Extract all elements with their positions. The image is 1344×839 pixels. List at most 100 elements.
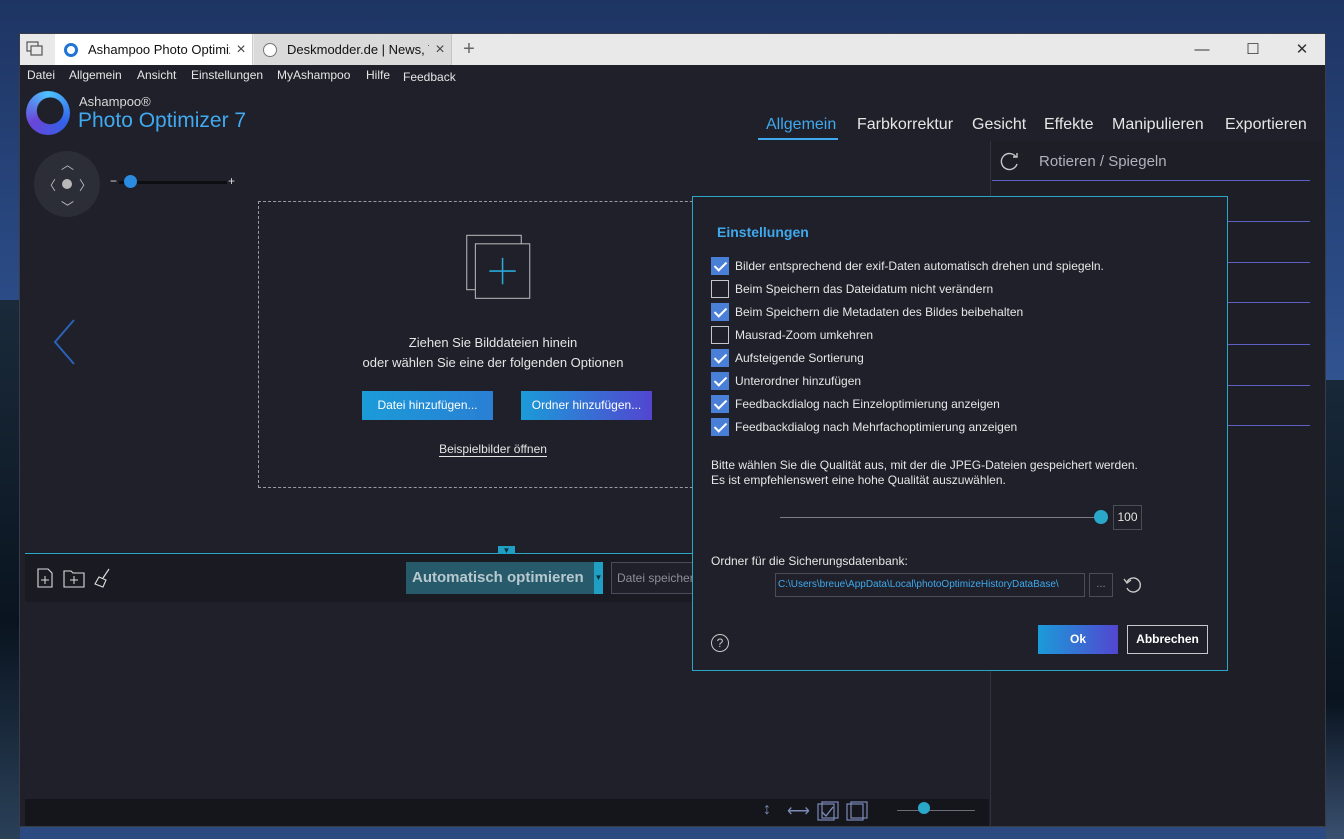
browse-folder-button[interactable]: ... <box>1089 573 1113 597</box>
zoom-in-icon[interactable]: + <box>228 174 235 188</box>
thumbnail-size-handle[interactable] <box>918 802 930 814</box>
option-keep-file-date[interactable]: Beim Speichern das Dateidatum nicht verä… <box>711 279 993 298</box>
thumbnail-size-slider[interactable] <box>897 810 975 811</box>
sample-images-label[interactable]: Beispielbilder öffnen <box>439 442 547 457</box>
title-bar: Ashampoo Photo Optimizer 7 × Deskmodder.… <box>20 34 1325 65</box>
menu-einstellungen[interactable]: Einstellungen <box>191 68 263 82</box>
menu-myashampoo[interactable]: MyAshampoo <box>277 68 350 82</box>
tab-ashampoo[interactable]: Ashampoo Photo Optimizer 7 × <box>55 34 253 65</box>
ashampoo-favicon-icon <box>64 42 78 57</box>
checkbox[interactable] <box>711 417 729 436</box>
option-label: Beim Speichern das Dateidatum nicht verä… <box>735 281 994 296</box>
option-label: Feedbackdialog nach Einzeloptimierung an… <box>735 396 1000 411</box>
fit-horizontal-icon[interactable]: ⟷ <box>787 801 810 821</box>
close-window-button[interactable]: ✕ <box>1278 34 1325 65</box>
rotate-mirror-section[interactable]: Rotieren / Spiegeln <box>1039 153 1167 170</box>
settings-dialog: Einstellungen Bilder entsprechend der ex… <box>692 196 1228 671</box>
pan-right-icon[interactable]: 〉 <box>79 175 92 194</box>
tab-manipulieren[interactable]: Manipulieren <box>1112 116 1204 134</box>
sample-images-link[interactable]: Beispielbilder öffnen <box>259 442 727 457</box>
pan-left-icon[interactable]: 〈 <box>43 175 56 194</box>
checkbox[interactable] <box>711 256 729 275</box>
select-all-icon[interactable] <box>817 801 839 823</box>
cancel-button[interactable]: Abbrechen <box>1127 625 1208 654</box>
option-feedback-batch[interactable]: Feedbackdialog nach Mehrfachoptimierung … <box>711 417 1017 436</box>
option-invert-wheel-zoom[interactable]: Mausrad-Zoom umkehren <box>711 325 873 344</box>
option-label: Mausrad-Zoom umkehren <box>735 327 874 342</box>
add-file-icon[interactable] <box>36 568 54 588</box>
help-icon[interactable]: ? <box>711 634 729 652</box>
app-title: Photo Optimizer 7 <box>78 109 247 132</box>
ashampoo-logo-icon <box>26 91 70 135</box>
option-keep-metadata[interactable]: Beim Speichern die Metadaten des Bildes … <box>711 302 1023 321</box>
deselect-all-icon[interactable] <box>846 801 868 823</box>
pan-up-icon[interactable]: ︿ <box>61 154 74 173</box>
quality-recommendation: Es ist empfehlenswert eine hohe Qualität… <box>711 473 1006 487</box>
close-tab-icon[interactable]: × <box>429 41 451 59</box>
checkbox[interactable] <box>711 394 729 413</box>
add-images-icon <box>466 234 531 299</box>
jpeg-quality-handle[interactable] <box>1094 510 1108 524</box>
tab-allgemein[interactable]: Allgemein <box>766 116 836 134</box>
add-folder-icon[interactable] <box>63 568 85 588</box>
menu-datei[interactable]: Datei <box>27 68 55 82</box>
brand-name: Ashampoo® <box>79 94 151 109</box>
auto-optimize-button[interactable]: Automatisch optimieren <box>406 562 594 594</box>
pan-center-icon[interactable] <box>62 179 72 189</box>
checkbox[interactable] <box>711 348 729 367</box>
option-feedback-single[interactable]: Feedbackdialog nach Einzeloptimierung an… <box>711 394 1000 413</box>
checkbox[interactable] <box>711 279 729 298</box>
tab-farbkorrektur[interactable]: Farbkorrektur <box>857 116 953 134</box>
jpeg-quality-value[interactable]: 100 <box>1113 505 1142 530</box>
fit-vertical-icon[interactable]: ↕ <box>763 801 771 819</box>
rotate-icon <box>1000 152 1018 171</box>
checkbox[interactable] <box>711 325 729 344</box>
option-add-subfolders[interactable]: Unterordner hinzufügen <box>711 371 861 390</box>
drop-hint-line2: oder wählen Sie eine der folgenden Optio… <box>362 355 624 370</box>
reset-path-icon[interactable] <box>1123 575 1143 595</box>
backup-folder-input[interactable]: C:\Users\breue\AppData\Local\photoOptimi… <box>775 573 1085 597</box>
add-folder-button[interactable]: Ordner hinzufügen... <box>521 391 652 420</box>
menu-allgemein[interactable]: Allgemein <box>69 68 122 82</box>
desktop-background-right <box>1326 380 1344 839</box>
navigation-pad[interactable]: ︿ ﹀ 〈 〉 <box>34 151 100 217</box>
ok-button[interactable]: Ok <box>1038 625 1118 654</box>
auto-optimize-dropdown-icon[interactable]: ▼ <box>594 562 603 594</box>
backup-folder-label: Ordner für die Sicherungsdatenbank: <box>711 554 908 568</box>
tab-effekte[interactable]: Effekte <box>1044 116 1094 134</box>
previous-image-icon[interactable] <box>52 317 82 367</box>
checkbox[interactable] <box>711 371 729 390</box>
clear-list-broom-icon[interactable] <box>93 568 113 588</box>
tab-deskmodder[interactable]: Deskmodder.de | News, Tipps × <box>254 34 452 65</box>
option-ascending-sort[interactable]: Aufsteigende Sortierung <box>711 348 864 367</box>
menu-ansicht[interactable]: Ansicht <box>137 68 176 82</box>
quality-instruction: Bitte wählen Sie die Qualität aus, mit d… <box>711 458 1138 472</box>
status-bar <box>25 799 989 826</box>
menu-bar: Datei Allgemein Ansicht Einstellungen My… <box>20 65 1325 87</box>
drop-zone[interactable]: Ziehen Sie Bilddateien hinein oder wähle… <box>258 201 728 488</box>
zoom-out-icon[interactable]: − <box>110 174 117 188</box>
zoom-slider-handle[interactable] <box>123 175 137 188</box>
option-exif-rotate[interactable]: Bilder entsprechend der exif-Daten autom… <box>711 256 1104 275</box>
menu-feedback[interactable]: Feedback <box>403 70 456 84</box>
maximize-button[interactable]: ☐ <box>1229 34 1277 65</box>
tab-overview-icon[interactable] <box>26 41 44 57</box>
minimize-button[interactable]: — <box>1178 34 1226 65</box>
add-file-button[interactable]: Datei hinzufügen... <box>362 391 493 420</box>
dialog-title: Einstellungen <box>717 224 809 240</box>
panel-divider <box>992 180 1310 181</box>
desktop-background-left <box>0 300 20 839</box>
tab-title: Ashampoo Photo Optimizer 7 <box>88 42 230 57</box>
menu-hilfe[interactable]: Hilfe <box>366 68 390 82</box>
close-tab-icon[interactable]: × <box>230 41 252 59</box>
active-tab-indicator <box>758 138 838 140</box>
drop-hint-line1: Ziehen Sie Bilddateien hinein <box>408 335 578 350</box>
jpeg-quality-slider[interactable] <box>780 517 1100 518</box>
new-tab-button[interactable]: + <box>457 38 481 61</box>
checkbox[interactable] <box>711 302 729 321</box>
deskmodder-favicon-icon <box>263 42 277 57</box>
pan-down-icon[interactable]: ﹀ <box>61 197 74 216</box>
tab-exportieren[interactable]: Exportieren <box>1225 116 1307 134</box>
browser-window: Ashampoo Photo Optimizer 7 × Deskmodder.… <box>19 33 1326 827</box>
tab-gesicht[interactable]: Gesicht <box>972 116 1026 134</box>
